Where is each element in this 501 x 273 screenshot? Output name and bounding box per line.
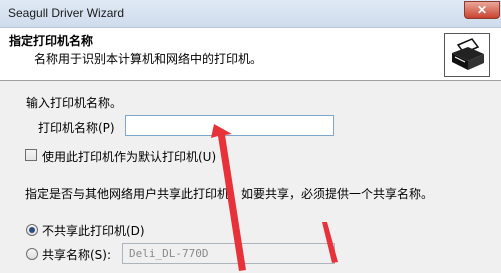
arrow-up-annotation xyxy=(211,124,246,271)
annotation-arrows xyxy=(211,124,338,271)
arrow-streak-annotation xyxy=(322,222,338,263)
